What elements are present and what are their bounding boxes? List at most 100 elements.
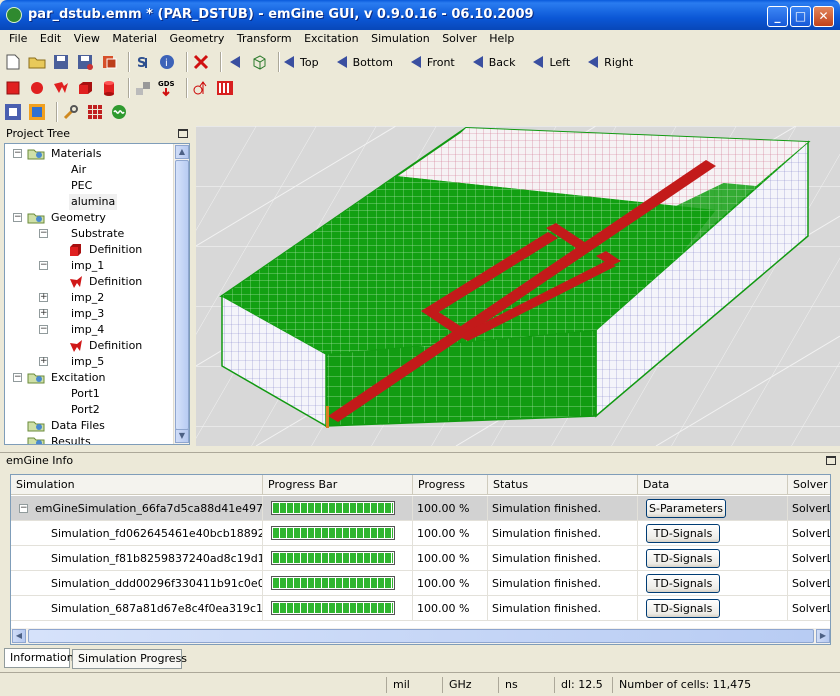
box-icon[interactable]: [4, 79, 22, 97]
tree-item[interactable]: Air: [5, 162, 173, 178]
expand-icon[interactable]: +: [39, 293, 48, 302]
new-file-icon[interactable]: [4, 53, 22, 71]
tree-item[interactable]: − Geometry: [5, 210, 173, 226]
mesh-view-icon[interactable]: [4, 103, 22, 121]
table-row[interactable]: Simulation_f81b8259837240ad8c19d1e8c40 10…: [11, 546, 830, 571]
maximize-panel-icon[interactable]: [178, 129, 188, 138]
scroll-right-icon[interactable]: ▶: [816, 629, 830, 643]
port-array-icon[interactable]: [216, 79, 234, 97]
import-icon[interactable]: [100, 53, 118, 71]
view-front-button[interactable]: Front: [410, 56, 455, 69]
hscroll-thumb[interactable]: [28, 629, 814, 643]
gds-import-icon[interactable]: GDS: [158, 79, 176, 97]
tree-item[interactable]: Definition: [5, 338, 173, 354]
open-folder-icon[interactable]: [28, 53, 46, 71]
tree-item[interactable]: + imp_3: [5, 306, 173, 322]
minimize-button[interactable]: _: [767, 6, 788, 27]
table-row[interactable]: Simulation_687a81d67e8c4f0ea319c14a688 10…: [11, 596, 830, 621]
view-right-button[interactable]: Right: [588, 56, 633, 69]
maximize-panel-icon[interactable]: [826, 456, 836, 465]
collapse-icon[interactable]: −: [39, 325, 48, 334]
tree-item[interactable]: Definition: [5, 242, 173, 258]
expand-icon[interactable]: +: [39, 309, 48, 318]
tree-item[interactable]: alumina: [5, 194, 173, 210]
td-signals-button[interactable]: TD-Signals: [646, 574, 720, 593]
tree-item[interactable]: Port1: [5, 386, 173, 402]
maximize-button[interactable]: □: [790, 6, 811, 27]
sphere-icon[interactable]: [28, 79, 46, 97]
script-icon[interactable]: S: [134, 53, 152, 71]
col-solver[interactable]: Solver: [788, 475, 830, 495]
tree-item[interactable]: − Substrate: [5, 226, 173, 242]
tree-item[interactable]: Results: [5, 434, 173, 444]
col-progress[interactable]: Progress: [413, 475, 488, 495]
tree-item[interactable]: − imp_4: [5, 322, 173, 338]
collapse-icon[interactable]: −: [39, 261, 48, 270]
s-parameters-button[interactable]: S-Parameters: [646, 499, 726, 518]
col-progress-bar[interactable]: Progress Bar: [263, 475, 413, 495]
view-iso-arrow-icon[interactable]: [226, 53, 244, 71]
tree-item[interactable]: − Excitation: [5, 370, 173, 386]
td-signals-button[interactable]: TD-Signals: [646, 599, 720, 618]
collapse-icon[interactable]: −: [19, 504, 28, 513]
menu-help[interactable]: Help: [489, 30, 514, 45]
delete-icon[interactable]: [192, 53, 210, 71]
view-iso-cube-icon[interactable]: [250, 53, 268, 71]
scroll-thumb[interactable]: [175, 160, 189, 430]
app-icon[interactable]: [6, 7, 22, 23]
info-icon[interactable]: i: [158, 53, 176, 71]
view-bottom-button[interactable]: Bottom: [336, 56, 393, 69]
save-as-icon[interactable]: [76, 53, 94, 71]
menu-excitation[interactable]: Excitation: [304, 30, 359, 45]
tree-item[interactable]: Definition: [5, 274, 173, 290]
tree-item[interactable]: PEC: [5, 178, 173, 194]
collapse-icon[interactable]: −: [13, 213, 22, 222]
view-top-button[interactable]: Top: [284, 56, 319, 69]
menu-solver[interactable]: Solver: [442, 30, 477, 45]
port-icon[interactable]: [192, 79, 210, 97]
menu-view[interactable]: View: [74, 30, 100, 45]
save-icon[interactable]: [52, 53, 70, 71]
table-row[interactable]: Simulation_fd062645461e40bcb1889252535 10…: [11, 521, 830, 546]
tree-item[interactable]: Data Files: [5, 418, 173, 434]
scroll-up-icon[interactable]: ▲: [175, 145, 189, 159]
tree-item[interactable]: + imp_2: [5, 290, 173, 306]
menu-material[interactable]: Material: [112, 30, 157, 45]
step-icon[interactable]: [134, 79, 152, 97]
table-row[interactable]: Simulation_ddd00296f330411b91c0e09ac5b 10…: [11, 571, 830, 596]
menu-geometry[interactable]: Geometry: [170, 30, 225, 45]
td-signals-button[interactable]: TD-Signals: [646, 524, 720, 543]
tree-item[interactable]: − imp_1: [5, 258, 173, 274]
scroll-down-icon[interactable]: ▼: [175, 429, 189, 443]
col-status[interactable]: Status: [488, 475, 638, 495]
table-row[interactable]: −emGineSimulation_66fa7d5ca88d41e4970375…: [11, 496, 830, 521]
collapse-icon[interactable]: −: [39, 229, 48, 238]
tree-item[interactable]: + imp_5: [5, 354, 173, 370]
mesh-grid-icon[interactable]: [86, 103, 104, 121]
tree-item[interactable]: Port2: [5, 402, 173, 418]
menu-file[interactable]: File: [9, 30, 27, 45]
col-data[interactable]: Data: [638, 475, 788, 495]
tab-simulation-progress[interactable]: Simulation Progress: [72, 649, 187, 669]
3d-viewport[interactable]: [196, 126, 840, 446]
settings-wrench-icon[interactable]: [62, 103, 80, 121]
polygon-icon[interactable]: [52, 79, 70, 97]
view-left-button[interactable]: Left: [533, 56, 570, 69]
td-signals-button[interactable]: TD-Signals: [646, 549, 720, 568]
tree-scrollbar[interactable]: ▲ ▼: [173, 144, 189, 444]
col-simulation[interactable]: Simulation: [11, 475, 263, 495]
menu-transform[interactable]: Transform: [237, 30, 292, 45]
tab-information[interactable]: Information: [4, 648, 74, 668]
menu-simulation[interactable]: Simulation: [371, 30, 430, 45]
menu-edit[interactable]: Edit: [40, 30, 61, 45]
table-hscrollbar[interactable]: ◀ ▶: [11, 628, 830, 644]
tree-item[interactable]: − Materials: [5, 146, 173, 162]
expand-icon[interactable]: +: [39, 357, 48, 366]
collapse-icon[interactable]: −: [13, 373, 22, 382]
cylinder-icon[interactable]: [100, 79, 118, 97]
material-view-icon[interactable]: [28, 103, 46, 121]
close-button[interactable]: ✕: [813, 6, 834, 27]
scroll-left-icon[interactable]: ◀: [12, 629, 26, 643]
run-simulation-icon[interactable]: [110, 103, 128, 121]
cube-icon[interactable]: [76, 79, 94, 97]
